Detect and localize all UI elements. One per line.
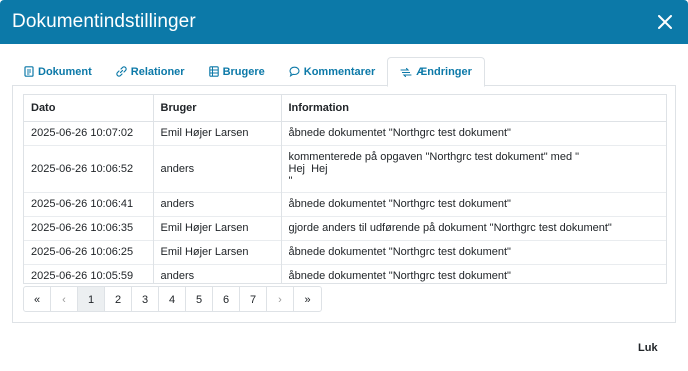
tab-dokument[interactable]: Dokument xyxy=(12,57,104,86)
cell-info: åbnede dokumentet "Northgrc test dokumen… xyxy=(281,263,666,283)
table-row: 2025-06-26 10:06:52 anders kommenterede … xyxy=(24,144,666,192)
page-button-1[interactable]: 1 xyxy=(78,287,105,311)
tab-label: Kommentarer xyxy=(303,65,376,78)
cell-date: 2025-06-26 10:07:02 xyxy=(24,120,154,145)
table-row: 2025-06-26 10:06:41 anders åbnede dokume… xyxy=(24,191,666,216)
close-text-button[interactable]: Luk xyxy=(638,342,658,354)
column-header-dato: Dato xyxy=(24,95,154,122)
cell-date: 2025-06-26 10:06:41 xyxy=(24,191,154,216)
page-button-2[interactable]: 2 xyxy=(105,287,132,311)
link-icon xyxy=(116,66,127,77)
cell-info: kommenterede på opgaven "Northgrc test d… xyxy=(281,144,666,192)
info-line: kommenterede på opgaven "Northgrc test d… xyxy=(288,150,580,163)
page-button-6[interactable]: 6 xyxy=(213,287,240,311)
cell-info: åbnede dokumentet "Northgrc test dokumen… xyxy=(281,191,666,216)
cell-date: 2025-06-26 10:06:25 xyxy=(24,239,154,264)
info-line: Hej Hej xyxy=(288,162,328,175)
cell-info: åbnede dokumentet "Northgrc test dokumen… xyxy=(281,239,666,264)
cell-date: 2025-06-26 10:06:35 xyxy=(24,215,154,240)
cell-user: Emil Højer Larsen xyxy=(153,215,282,240)
tab-brugere[interactable]: Brugere xyxy=(197,57,277,86)
changes-table: Dato Bruger Information 2025-06-26 10:07… xyxy=(24,95,666,283)
page-last-button[interactable]: » xyxy=(294,287,321,311)
tab-relationer[interactable]: Relationer xyxy=(104,57,197,86)
cell-user: Emil Højer Larsen xyxy=(153,120,282,145)
tab-kommentarer[interactable]: Kommentarer xyxy=(277,57,388,86)
table-header-row: Dato Bruger Information xyxy=(24,95,666,122)
cell-user: anders xyxy=(153,144,282,192)
tab-label: Relationer xyxy=(130,65,185,78)
close-button[interactable] xyxy=(654,11,676,33)
column-header-information: Information xyxy=(281,95,666,122)
table-row: 2025-06-26 10:06:25 Emil Højer Larsen åb… xyxy=(24,239,666,264)
tab-aendringer[interactable]: Ændringer xyxy=(387,57,485,87)
close-icon xyxy=(658,15,672,29)
tab-bar: Dokument Relationer Brugere Kommentarer xyxy=(12,57,676,87)
cell-date: 2025-06-26 10:06:52 xyxy=(24,144,154,192)
document-settings-modal: Dokumentindstillinger Dokument Relatione… xyxy=(0,0,688,371)
tab-label: Brugere xyxy=(222,65,265,78)
page-prev-button[interactable]: ‹ xyxy=(51,287,78,311)
changes-table-container: Dato Bruger Information 2025-06-26 10:07… xyxy=(23,94,667,284)
info-line: " xyxy=(288,174,293,187)
page-button-7[interactable]: 7 xyxy=(240,287,267,311)
page-first-button[interactable]: « xyxy=(24,287,51,311)
changes-panel: Dato Bruger Information 2025-06-26 10:07… xyxy=(12,86,676,323)
modal-title: Dokumentindstillinger xyxy=(12,11,196,32)
tab-label: Dokument xyxy=(38,65,92,78)
cell-info: åbnede dokumentet "Northgrc test dokumen… xyxy=(281,120,666,145)
page-next-button[interactable]: › xyxy=(267,287,294,311)
page-button-4[interactable]: 4 xyxy=(159,287,186,311)
table-row: 2025-06-26 10:05:59 anders åbnede dokume… xyxy=(24,263,666,283)
page-button-5[interactable]: 5 xyxy=(186,287,213,311)
cell-date: 2025-06-26 10:05:59 xyxy=(24,263,154,283)
comment-icon xyxy=(289,66,300,77)
changes-icon xyxy=(400,67,412,77)
cell-user: Emil Højer Larsen xyxy=(153,239,282,264)
cell-info: gjorde anders til udførende på dokument … xyxy=(281,215,666,240)
users-list-icon xyxy=(208,66,219,77)
pagination: « ‹ 1 2 3 4 5 6 7 › » xyxy=(23,286,322,312)
table-row: 2025-06-26 10:07:02 Emil Højer Larsen åb… xyxy=(24,120,666,145)
cell-user: anders xyxy=(153,263,282,283)
modal-header: Dokumentindstillinger xyxy=(0,0,688,44)
document-icon xyxy=(24,66,34,77)
page-button-3[interactable]: 3 xyxy=(132,287,159,311)
cell-user: anders xyxy=(153,191,282,216)
table-row: 2025-06-26 10:06:35 Emil Højer Larsen gj… xyxy=(24,215,666,240)
tab-label: Ændringer xyxy=(416,66,472,78)
column-header-bruger: Bruger xyxy=(153,95,282,122)
